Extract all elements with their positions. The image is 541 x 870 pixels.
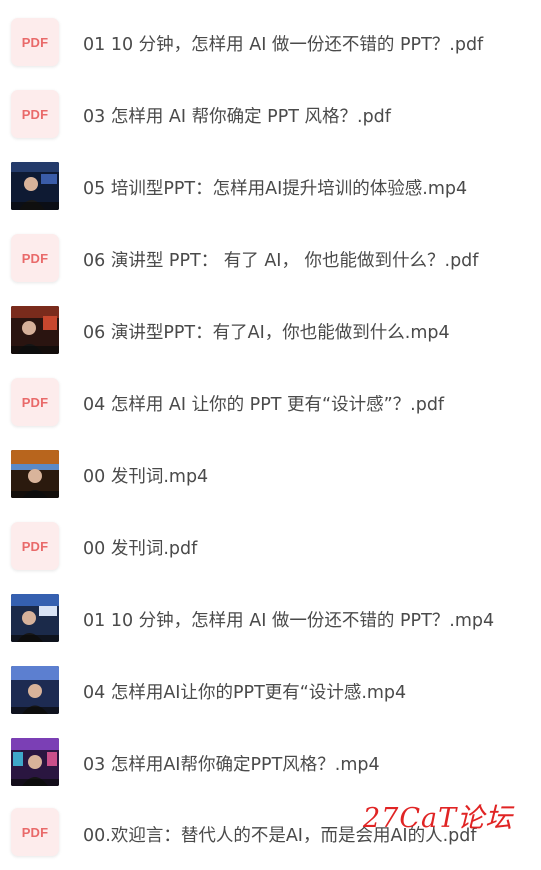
watermark: 27CaT论坛: [363, 803, 514, 834]
video-thumbnail: [11, 594, 59, 642]
pdf-icon-label: PDF: [21, 106, 49, 122]
pdf-file-icon: PDF: [11, 90, 59, 138]
file-name: 05 培训型PPT：怎样用AI提升培训的体验感.mp4: [83, 179, 468, 199]
file-name: 06 演讲型PPT：有了AI，你也能做到什么.mp4: [83, 323, 450, 343]
file-row[interactable]: 03 怎样用AI帮你确定PPT风格？.mp4: [0, 726, 541, 798]
video-thumbnail: [11, 162, 59, 210]
file-row[interactable]: 06 演讲型PPT：有了AI，你也能做到什么.mp4: [0, 294, 541, 366]
file-name: 03 怎样用AI帮你确定PPT风格？.mp4: [83, 755, 380, 775]
file-name: 06 演讲型 PPT： 有了 AI， 你也能做到什么？.pdf: [83, 251, 479, 271]
pdf-file-icon: PDF: [11, 522, 59, 570]
file-row[interactable]: PDF 03 怎样用 AI 帮你确定 PPT 风格？.pdf: [0, 78, 541, 150]
video-thumbnail: [11, 666, 59, 714]
file-row[interactable]: PDF 00 发刊词.pdf: [0, 510, 541, 582]
pdf-icon-label: PDF: [21, 34, 49, 50]
file-name: 03 怎样用 AI 帮你确定 PPT 风格？.pdf: [83, 107, 391, 127]
file-name: 01 10 分钟，怎样用 AI 做一份还不错的 PPT？.mp4: [83, 611, 495, 631]
file-row[interactable]: PDF 04 怎样用 AI 让你的 PPT 更有“设计感”？.pdf: [0, 366, 541, 438]
pdf-file-icon: PDF: [11, 234, 59, 282]
file-name: 04 怎样用 AI 让你的 PPT 更有“设计感”？.pdf: [83, 395, 445, 415]
file-row[interactable]: 00 发刊词.mp4: [0, 438, 541, 510]
pdf-file-icon: PDF: [11, 808, 59, 856]
file-name: 00 发刊词.pdf: [83, 539, 198, 559]
pdf-icon-label: PDF: [21, 250, 49, 266]
pdf-icon-label: PDF: [21, 824, 49, 840]
file-row[interactable]: PDF 01 10 分钟，怎样用 AI 做一份还不错的 PPT？.pdf: [0, 6, 541, 78]
pdf-icon-label: PDF: [21, 538, 49, 554]
file-row[interactable]: 04 怎样用AI让你的PPT更有“设计感.mp4: [0, 654, 541, 726]
pdf-file-icon: PDF: [11, 18, 59, 66]
file-row[interactable]: 01 10 分钟，怎样用 AI 做一份还不错的 PPT？.mp4: [0, 582, 541, 654]
video-thumbnail: [11, 450, 59, 498]
video-thumbnail: [11, 306, 59, 354]
file-row[interactable]: 05 培训型PPT：怎样用AI提升培训的体验感.mp4: [0, 150, 541, 222]
pdf-file-icon: PDF: [11, 378, 59, 426]
file-name: 00 发刊词.mp4: [83, 467, 209, 487]
video-thumbnail: [11, 738, 59, 786]
file-name: 01 10 分钟，怎样用 AI 做一份还不错的 PPT？.pdf: [83, 35, 484, 55]
file-name: 04 怎样用AI让你的PPT更有“设计感.mp4: [83, 683, 407, 703]
pdf-icon-label: PDF: [21, 394, 49, 410]
file-row[interactable]: PDF 06 演讲型 PPT： 有了 AI， 你也能做到什么？.pdf: [0, 222, 541, 294]
